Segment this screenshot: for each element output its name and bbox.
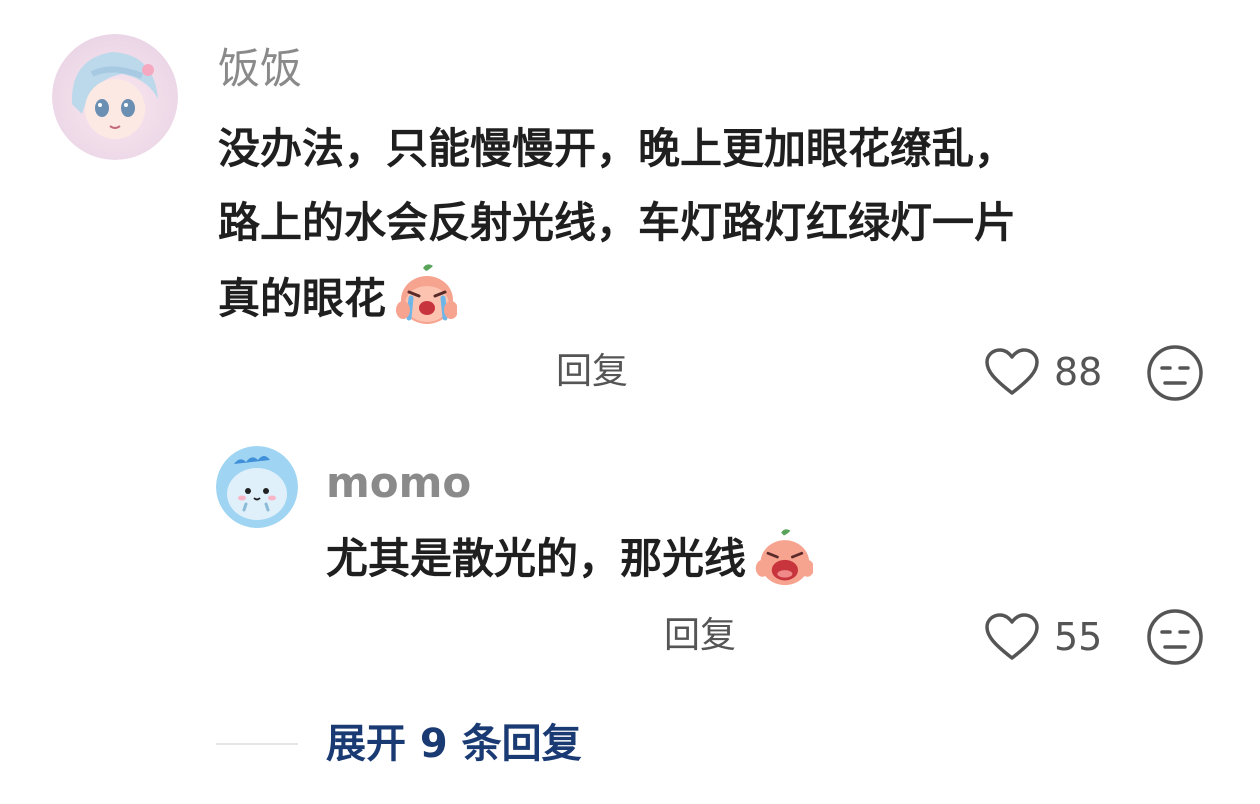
- crying-sticker-icon: [753, 527, 815, 587]
- heart-icon: [984, 612, 1040, 666]
- reply-username[interactable]: momo: [326, 462, 471, 504]
- like-button[interactable]: 88: [984, 345, 1108, 399]
- expand-replies-link[interactable]: 展开 9 条回复: [326, 724, 582, 764]
- comment-text-line: 路上的水会反射光线，车灯路灯红绿灯一片: [218, 198, 1017, 247]
- comment-username[interactable]: 饭饭: [218, 48, 302, 90]
- reply-avatar[interactable]: [216, 446, 298, 528]
- comment-text-line: 真的眼花: [218, 273, 387, 323]
- avatar[interactable]: [52, 34, 178, 160]
- meh-face-icon: [1146, 608, 1204, 670]
- heart-icon: [984, 347, 1040, 401]
- crying-sticker-icon: [393, 262, 459, 326]
- like-button[interactable]: 55: [984, 610, 1108, 664]
- comment-text-last-row: 真的眼花: [218, 262, 459, 326]
- reply-text: 尤其是散光的，那光线: [326, 534, 747, 583]
- reply-text-row: 尤其是散光的，那光线: [326, 526, 815, 590]
- like-count: 88: [1054, 350, 1103, 394]
- meh-face-icon: [1146, 344, 1204, 406]
- like-count: 55: [1054, 615, 1103, 659]
- reply-button[interactable]: 回复: [664, 618, 736, 654]
- comment-text-line: 没办法，只能慢慢开，晚上更加眼花缭乱，: [218, 124, 1017, 173]
- expand-divider: [216, 743, 298, 745]
- reply-button[interactable]: 回复: [556, 354, 628, 390]
- dislike-button[interactable]: [1146, 344, 1204, 406]
- dislike-button[interactable]: [1146, 608, 1204, 670]
